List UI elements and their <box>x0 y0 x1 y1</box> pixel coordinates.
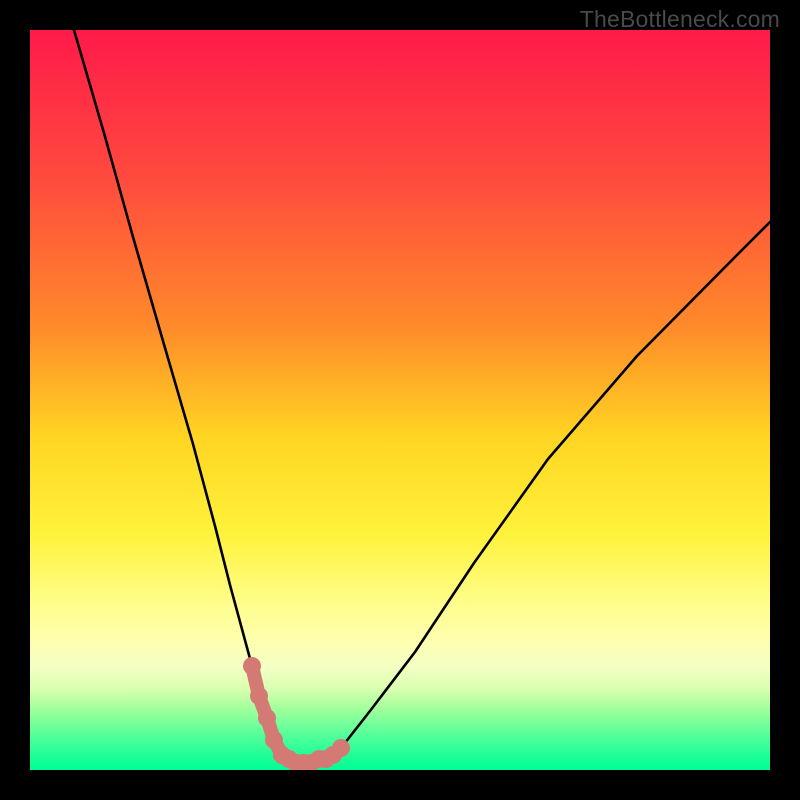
trough-dot <box>332 739 350 757</box>
plot-area <box>30 30 770 770</box>
curve-svg <box>30 30 770 770</box>
watermark-text: TheBottleneck.com <box>580 6 780 33</box>
chart-container: TheBottleneck.com <box>0 0 800 800</box>
trough-dot <box>250 687 268 705</box>
bottleneck-curve-path <box>74 30 770 763</box>
trough-dot <box>258 709 276 727</box>
trough-dot <box>243 657 261 675</box>
